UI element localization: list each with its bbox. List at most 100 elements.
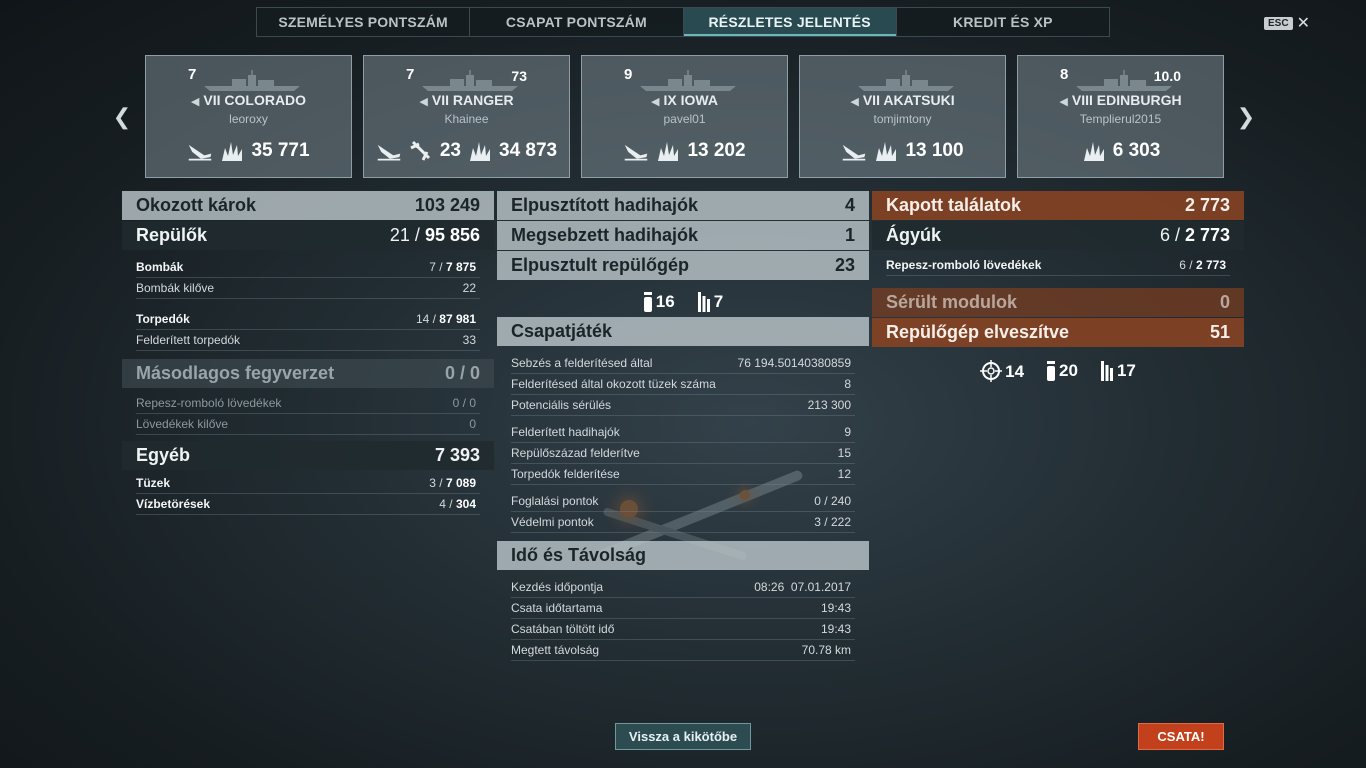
secondary-header: Másodlagos fegyverzet 0 / 0: [122, 359, 494, 388]
hits-header: Kapott találatok 2 773: [872, 191, 1244, 220]
damaged-header: Megsebzett hadihajók 1: [497, 221, 869, 250]
back-to-port-button[interactable]: Vissza a kikötőbe: [615, 723, 751, 750]
ship-name: ◀ VIII EDINBURGH: [1059, 92, 1182, 108]
start-time-row: Kezdés időpontja 08:26 07.01.2017: [511, 577, 855, 598]
close-icon: ✕: [1296, 15, 1310, 32]
ship-silhouette-icon: [204, 70, 300, 91]
he-shells-row: Repesz-romboló lövedékek 0 / 0: [136, 393, 480, 414]
stat-value: 23: [439, 140, 461, 161]
ship-silhouette-icon: [640, 70, 736, 91]
guns-header: Ágyúk 6 / 2 773: [872, 221, 1244, 250]
shells-fired-row: Lövedékek kilőve 0: [136, 414, 480, 435]
bombs-fired-row: Bombák kilőve 22: [136, 278, 480, 299]
distance-row: Megtett távolság 70.78 km: [511, 640, 855, 661]
plane-down-icon: [376, 140, 402, 162]
stat-value: 6 303: [1112, 140, 1161, 161]
explosion-icon: [655, 140, 681, 162]
ship-class-icon: ◀: [1059, 96, 1068, 108]
next-arrow-icon[interactable]: ❯: [1236, 104, 1256, 130]
tab-detailed-report[interactable]: RÉSZLETES JELENTÉS: [683, 8, 897, 36]
plane-down-icon: [623, 140, 649, 162]
tab-credits-xp[interactable]: KREDIT ÉS XP: [897, 8, 1109, 36]
ship-tier: 9: [624, 66, 633, 83]
ship-name: ◀ VII RANGER: [419, 92, 514, 108]
battle-button[interactable]: CSATA!: [1138, 723, 1224, 750]
ship-name: ◀ VII COLORADO: [190, 92, 307, 108]
explosion-icon: [219, 140, 245, 162]
bombs-row: Bombák 7 / 7 875: [136, 257, 480, 278]
time-in-battle-row: Csatában töltött idő 19:43: [511, 619, 855, 640]
stat-value: 34 873: [499, 140, 558, 161]
player-name: leoroxy: [229, 112, 268, 126]
explosion-icon: [873, 140, 899, 162]
stat-value: 13 202: [687, 140, 746, 161]
destroyed-header: Elpusztított hadihajók 4: [497, 191, 869, 220]
squadrons-spotted-row: Repülőszázad felderítve 15: [511, 443, 855, 464]
player-name: tomjimtony: [873, 112, 932, 126]
ship-class-icon: ◀: [850, 96, 859, 108]
tab-team-score[interactable]: CSAPAT PONTSZÁM: [470, 8, 684, 36]
player-name: Khainee: [444, 112, 489, 126]
torpedoes-spotted-row: Torpedók felderítése 12: [511, 464, 855, 485]
crosshair-icon: [980, 360, 1003, 382]
duration-row: Csata időtartama 19:43: [511, 598, 855, 619]
tab-personal-score[interactable]: SZEMÉLYES PONTSZÁM: [257, 8, 471, 36]
ship-class-icon: ◀: [651, 96, 660, 108]
fires-row: Tüzek 3 / 7 089: [136, 473, 480, 494]
defense-points-row: Védelmi pontok 3 / 222: [511, 512, 855, 533]
explosion-icon: [467, 140, 493, 162]
right-icon-stats: 14 20 17: [872, 353, 1244, 389]
player-stats: 13 100: [800, 140, 1005, 162]
bomb-icon: [643, 292, 652, 312]
torpedo-icon: [697, 292, 710, 312]
ships-panel: Elpusztított hadihajók 4 Megsebzett hadih…: [497, 191, 869, 661]
aircraft-header: Repülők 21 / 95 856: [122, 221, 494, 250]
teamplay-header: Csapatjáték: [497, 317, 869, 346]
planes-lost-header: Repülőgép elveszítve 51: [872, 318, 1244, 347]
explosion-icon: [1081, 140, 1107, 162]
plane-shot-icon: [408, 140, 434, 162]
prev-arrow-icon[interactable]: ❮: [112, 104, 132, 130]
ships-spotted-row: Felderített hadihajók 9: [511, 422, 855, 443]
torpedo-icon: [1100, 361, 1113, 381]
player-name: Templierul2015: [1079, 112, 1162, 126]
player-stats: 23 34 873: [364, 140, 569, 162]
ship-name: ◀ IX IOWA: [651, 92, 718, 108]
received-he-row: Repesz-romboló lövedékek 6 / 2 773: [886, 255, 1230, 276]
capture-points-row: Foglalási pontok 0 / 240: [511, 491, 855, 512]
other-header: Egyéb 7 393: [122, 441, 494, 470]
ship-tier: 7: [406, 66, 415, 83]
player-card[interactable]: 9 ◀ IX IOWA pavel01 13 202: [581, 55, 788, 178]
spot-fires-row: Felderítésed által okozott tüzek száma 8: [511, 374, 855, 395]
floods-row: Vízbetörések 4 / 304: [136, 494, 480, 515]
player-stats: 6 303: [1018, 140, 1223, 162]
ship-class-icon: ◀: [190, 96, 200, 108]
middle-icon-stats: 16 7: [497, 284, 869, 320]
plane-down-icon: [841, 140, 867, 162]
ship-silhouette-icon: [858, 70, 954, 91]
plane-down-icon: [187, 140, 213, 162]
player-card[interactable]: 8 10.0 ◀ VIII EDINBURGH Templierul2015 6 303: [1017, 55, 1224, 178]
stat-value: 13 100: [905, 140, 964, 161]
planes-destroyed-header: Elpusztult repülőgép 23: [497, 251, 869, 280]
player-card[interactable]: 7 ◀ VII COLORADO leoroxy 35 771: [145, 55, 352, 178]
ship-class-icon: ◀: [419, 96, 428, 108]
player-card[interactable]: ◀ VII AKATSUKI tomjimtony 13 100: [799, 55, 1006, 178]
hits-panel: Kapott találatok 2 773 Ágyúk 6 / 2 773 Rep…: [872, 191, 1244, 389]
torpedoes-row: Torpedók 14 / 87 981: [136, 309, 480, 330]
bomb-icon: [1047, 361, 1056, 381]
close-button[interactable]: ESC ✕: [1264, 13, 1310, 33]
damage-panel: Okozott károk 103 249 Repülők 21 / 95 856 …: [122, 191, 494, 515]
player-name: pavel01: [663, 112, 706, 126]
ship-silhouette-icon: [1076, 70, 1172, 91]
ship-name: ◀ VII AKATSUKI: [850, 92, 955, 108]
time-distance-header: Idő és Távolság: [497, 541, 869, 570]
player-stats: 35 771: [146, 140, 351, 162]
ship-tier: 7: [188, 66, 197, 83]
modules-header: Sérült modulok 0: [872, 288, 1244, 317]
esc-key-badge: ESC: [1264, 16, 1293, 30]
player-card[interactable]: 7 73 ◀ VII RANGER Khainee 23 34 873: [363, 55, 570, 178]
player-stats: 13 202: [582, 140, 787, 162]
ship-silhouette-icon: [422, 70, 518, 91]
stat-value: 35 771: [251, 140, 310, 161]
